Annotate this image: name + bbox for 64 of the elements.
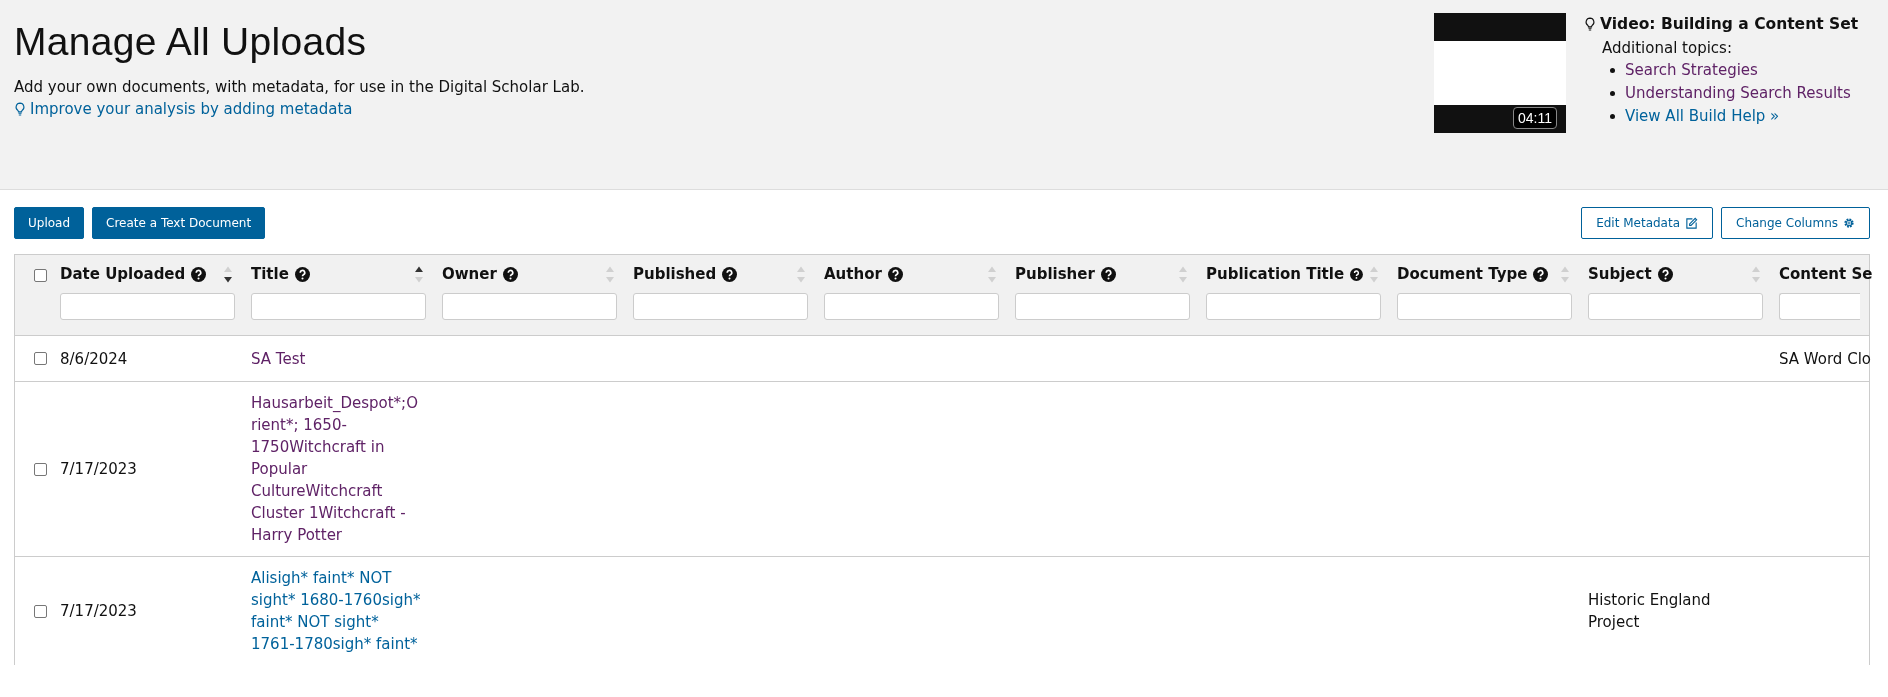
table-cell-text: SA Word Clo xyxy=(1779,348,1872,370)
help-icon xyxy=(1533,266,1549,282)
help-icon xyxy=(502,266,518,282)
filter-field[interactable] xyxy=(1397,293,1572,320)
column-header[interactable]: Subject xyxy=(1588,265,1652,283)
help-icon xyxy=(1657,266,1673,282)
document-title-link[interactable]: Alisigh* faint* NOT sight* 1680-1760sigh* faint* NOT sight* 1761-1780sigh* faint* xyxy=(251,567,421,655)
bullet-icon xyxy=(1610,91,1615,96)
toolbar-button[interactable]: Edit Metadata xyxy=(1581,207,1714,239)
column-header[interactable]: Published xyxy=(633,265,717,283)
video-duration: 04:11 xyxy=(1513,107,1557,129)
column-header[interactable]: Content Se xyxy=(1779,265,1873,283)
column-header[interactable]: Publication Title xyxy=(1206,265,1345,283)
filter-field[interactable] xyxy=(442,293,617,320)
settings-icon xyxy=(1843,217,1855,229)
filter-field[interactable] xyxy=(1206,293,1381,320)
toolbar-button[interactable]: Upload xyxy=(14,207,85,239)
topics-label: Additional topics: xyxy=(1602,39,1733,57)
help-icon xyxy=(191,266,207,282)
sort-descending-icon[interactable] xyxy=(223,275,233,283)
column-header[interactable]: Document Type xyxy=(1397,265,1528,283)
column-header[interactable]: Date Uploaded xyxy=(60,265,186,283)
page-title: Manage All Uploads xyxy=(14,20,368,64)
filter-field[interactable] xyxy=(251,293,426,320)
filter-field[interactable] xyxy=(633,293,808,320)
column-header[interactable]: Title xyxy=(251,265,289,283)
table-cell-text: 7/17/2023 xyxy=(60,601,138,622)
column-header[interactable]: Publisher xyxy=(1015,265,1095,283)
video-title[interactable]: Video: Building a Content Set xyxy=(1600,15,1859,33)
checkbox[interactable] xyxy=(34,462,47,476)
filter-field[interactable] xyxy=(824,293,999,320)
help-icon xyxy=(294,266,310,282)
bullet-icon xyxy=(1610,68,1615,73)
lightbulb-icon xyxy=(1584,16,1596,32)
column-header[interactable]: Owner xyxy=(442,265,497,283)
table-cell-text: 7/17/2023 xyxy=(60,459,138,480)
help-topic-link[interactable]: Search Strategies xyxy=(1625,59,1758,82)
help-icon xyxy=(1350,266,1363,282)
bullet-icon xyxy=(1610,114,1615,119)
filter-field[interactable] xyxy=(60,293,235,320)
table-cell-text: 8/6/2024 xyxy=(60,348,129,370)
page-description: Add your own documents, with metadata, for use in the Digital Scholar Lab. xyxy=(14,78,585,96)
lightbulb-icon xyxy=(14,101,26,117)
checkbox[interactable] xyxy=(34,269,47,282)
help-topic-link[interactable]: View All Build Help » xyxy=(1625,105,1780,128)
tip-link[interactable]: Improve your analysis by adding metadata xyxy=(14,100,353,118)
toolbar-button[interactable]: Change Columns xyxy=(1721,207,1870,239)
help-icon xyxy=(1100,266,1116,282)
document-title-link[interactable]: SA Test xyxy=(251,347,421,370)
filter-field[interactable] xyxy=(1015,293,1190,320)
document-title-link[interactable]: Hausarbeit_Despot*;Orient*; 1650-1750Witchcraft in Popular CultureWitchcraft Cluster 1Witchcraft - Harry Potter xyxy=(251,392,421,546)
filter-field[interactable] xyxy=(1588,293,1763,320)
table-cell-text: Historic England Project xyxy=(1588,590,1712,633)
help-icon xyxy=(722,266,738,282)
filter-field[interactable] xyxy=(1779,293,1860,320)
video-thumbnail[interactable]: 04:11 xyxy=(1434,13,1566,133)
checkbox[interactable] xyxy=(34,604,47,618)
help-icon xyxy=(887,266,903,282)
checkbox[interactable] xyxy=(34,352,47,365)
help-topic-link[interactable]: Understanding Search Results xyxy=(1625,82,1851,105)
toolbar-button[interactable]: Create a Text Document xyxy=(92,207,266,239)
sort-ascending-icon[interactable] xyxy=(414,265,424,273)
edit-icon xyxy=(1685,216,1699,230)
column-header[interactable]: Author xyxy=(824,265,882,283)
